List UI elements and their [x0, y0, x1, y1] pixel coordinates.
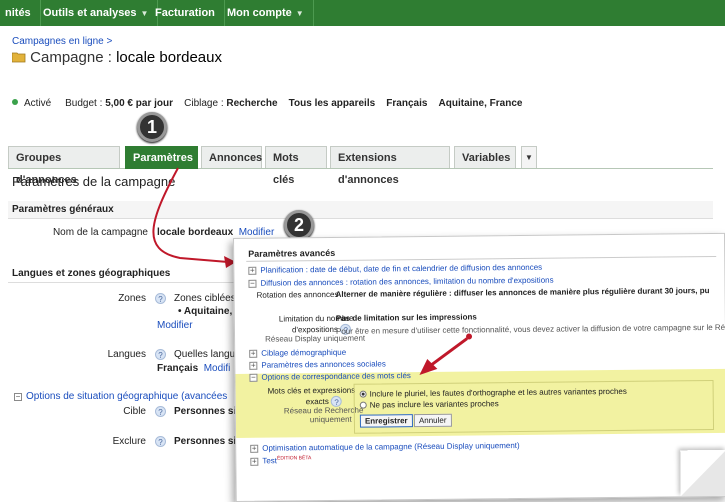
- step-2-badge: 2: [284, 210, 314, 240]
- page-curl: [680, 449, 725, 497]
- callout-arrow: [419, 333, 473, 376]
- advanced-settings-panel: Paramètres avancés + Planification : date…: [233, 232, 725, 502]
